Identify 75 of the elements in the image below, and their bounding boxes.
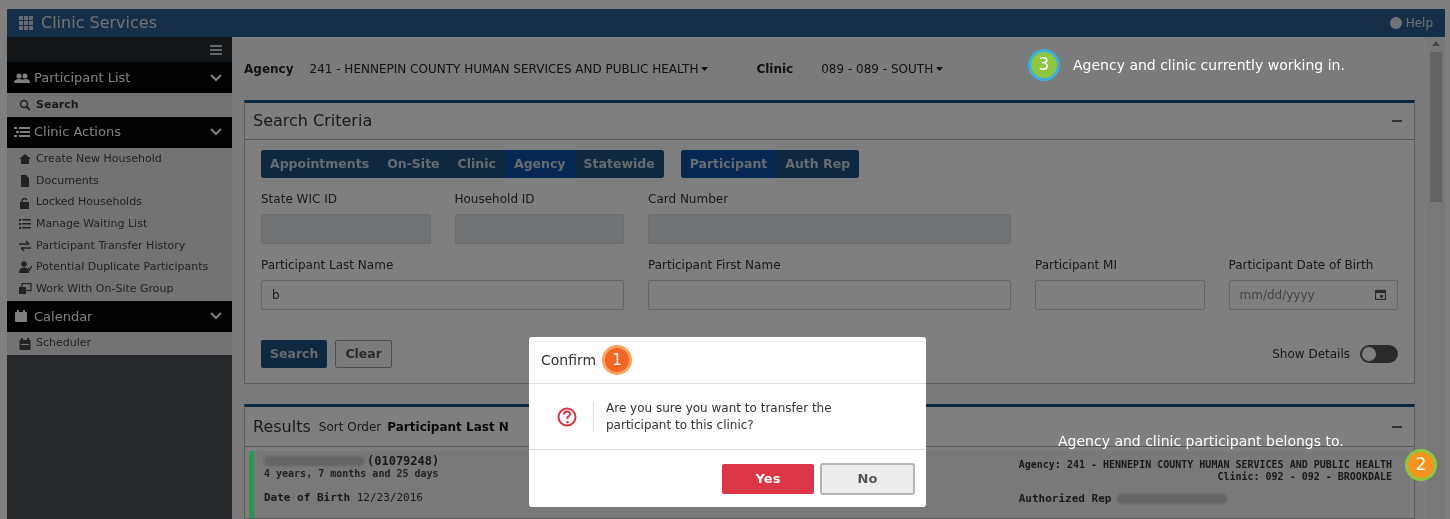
search-button[interactable]: Search bbox=[261, 340, 328, 368]
sidebar-section-header[interactable]: Calendar bbox=[7, 300, 232, 332]
list-icon bbox=[14, 126, 30, 139]
chevron-icon bbox=[210, 312, 222, 321]
grid-icon[interactable] bbox=[19, 16, 33, 30]
dialog-message: Are you sure you want to transfer the participant to this clinic? bbox=[606, 399, 833, 434]
house-icon bbox=[19, 153, 32, 166]
sidebar-item[interactable]: Manage Waiting List bbox=[7, 213, 232, 235]
clinic-info: Clinic: 092 - 092 - BROOKDALE bbox=[1217, 471, 1392, 483]
scroll-up-icon[interactable] bbox=[1432, 41, 1440, 46]
toggle-switch[interactable] bbox=[1360, 345, 1398, 363]
user-check-icon bbox=[19, 261, 32, 274]
input-field[interactable] bbox=[1035, 280, 1205, 310]
dialog-title: Confirm bbox=[541, 350, 597, 370]
participant-age: 4 years, 7 months and 25 days bbox=[264, 468, 440, 479]
arrows-icon bbox=[19, 239, 32, 252]
chevron-icon bbox=[210, 128, 222, 137]
sidebar-section-header[interactable]: Clinic Actions bbox=[7, 116, 232, 148]
panel-title: Search Criteria bbox=[253, 110, 374, 132]
sidebar-item[interactable]: Locked Households bbox=[7, 191, 232, 214]
question-icon bbox=[557, 406, 577, 427]
field-label: Participant Last Name bbox=[261, 257, 395, 274]
menu-icon[interactable] bbox=[210, 44, 222, 55]
people-icon bbox=[14, 71, 30, 84]
field-label: Card Number bbox=[648, 191, 730, 208]
field-label: State WIC ID bbox=[261, 191, 338, 208]
app-title: Clinic Services bbox=[41, 12, 157, 34]
sidebar-item[interactable]: Participant Transfer History bbox=[7, 234, 232, 257]
toggle-label: Show Details bbox=[1272, 346, 1350, 363]
windows-icon bbox=[19, 282, 32, 295]
yes-button[interactable]: Yes bbox=[722, 463, 814, 494]
sidebar-item[interactable]: Search bbox=[7, 94, 232, 116]
annotation-text: Agency and clinic currently working in. bbox=[1073, 56, 1345, 75]
step-badge: 1 bbox=[602, 345, 633, 375]
date-field[interactable]: mm/dd/yyyy bbox=[1228, 280, 1398, 310]
calendar-icon bbox=[14, 310, 30, 323]
agency-dropdown[interactable]: 241 - HENNEPIN COUNTY HUMAN SERVICES AND PUBLIC HEALTH bbox=[309, 59, 709, 78]
field-label: Participant Date of Birth bbox=[1228, 257, 1375, 274]
sidebar-section-header[interactable]: Participant List bbox=[7, 62, 232, 93]
calendar-icon bbox=[19, 337, 32, 350]
collapse-icon[interactable] bbox=[1392, 425, 1402, 428]
help-link[interactable]: Help bbox=[1405, 14, 1433, 32]
field-label: Household ID bbox=[454, 191, 536, 208]
document-icon bbox=[19, 175, 32, 187]
sort-value: Participant Last N bbox=[387, 418, 509, 436]
search-icon bbox=[19, 98, 32, 111]
sort-label: Sort Order bbox=[318, 418, 382, 436]
chevron-icon bbox=[210, 73, 222, 82]
list-icon bbox=[19, 218, 32, 231]
caret-icon bbox=[701, 66, 709, 71]
clinic-dropdown[interactable]: 089 - 089 - SOUTH bbox=[821, 59, 944, 78]
sidebar-item[interactable]: Potential Duplicate Participants bbox=[7, 256, 232, 279]
participant-id: (01079248) bbox=[367, 453, 440, 469]
clear-button[interactable]: Clear bbox=[335, 340, 392, 368]
agency-info: Agency: 241 - HENNEPIN COUNTY HUMAN SERVICES AND PUBLIC HEALTH bbox=[1018, 459, 1392, 471]
clinic-label: Clinic bbox=[756, 60, 794, 78]
sidebar-item[interactable]: Documents bbox=[7, 170, 232, 192]
field-label: Participant MI bbox=[1035, 257, 1118, 274]
caret-icon bbox=[936, 66, 944, 71]
date-of-birth: Date of Birth 12/23/2016 bbox=[264, 490, 424, 506]
lock-icon bbox=[19, 196, 32, 209]
filter-tab[interactable]: Participant bbox=[680, 150, 777, 178]
input-field[interactable]: b bbox=[261, 280, 624, 310]
sidebar-item[interactable]: Scheduler bbox=[7, 332, 232, 355]
annotation-text: Agency and clinic participant belongs to. bbox=[1058, 432, 1344, 451]
sidebar-item[interactable]: Create New Household bbox=[7, 148, 232, 171]
filter-tab[interactable]: Agency bbox=[504, 150, 575, 178]
input-field[interactable] bbox=[648, 280, 1011, 310]
calendar-icon[interactable] bbox=[1375, 289, 1386, 300]
field-label: Participant First Name bbox=[648, 257, 782, 274]
no-button[interactable]: No bbox=[820, 462, 915, 495]
panel-title: Results bbox=[253, 415, 311, 438]
authorized-rep-label: Authorized Rep bbox=[1018, 493, 1112, 505]
sidebar-item[interactable]: Work With On-Site Group bbox=[7, 278, 232, 300]
agency-label: Agency bbox=[244, 60, 294, 78]
